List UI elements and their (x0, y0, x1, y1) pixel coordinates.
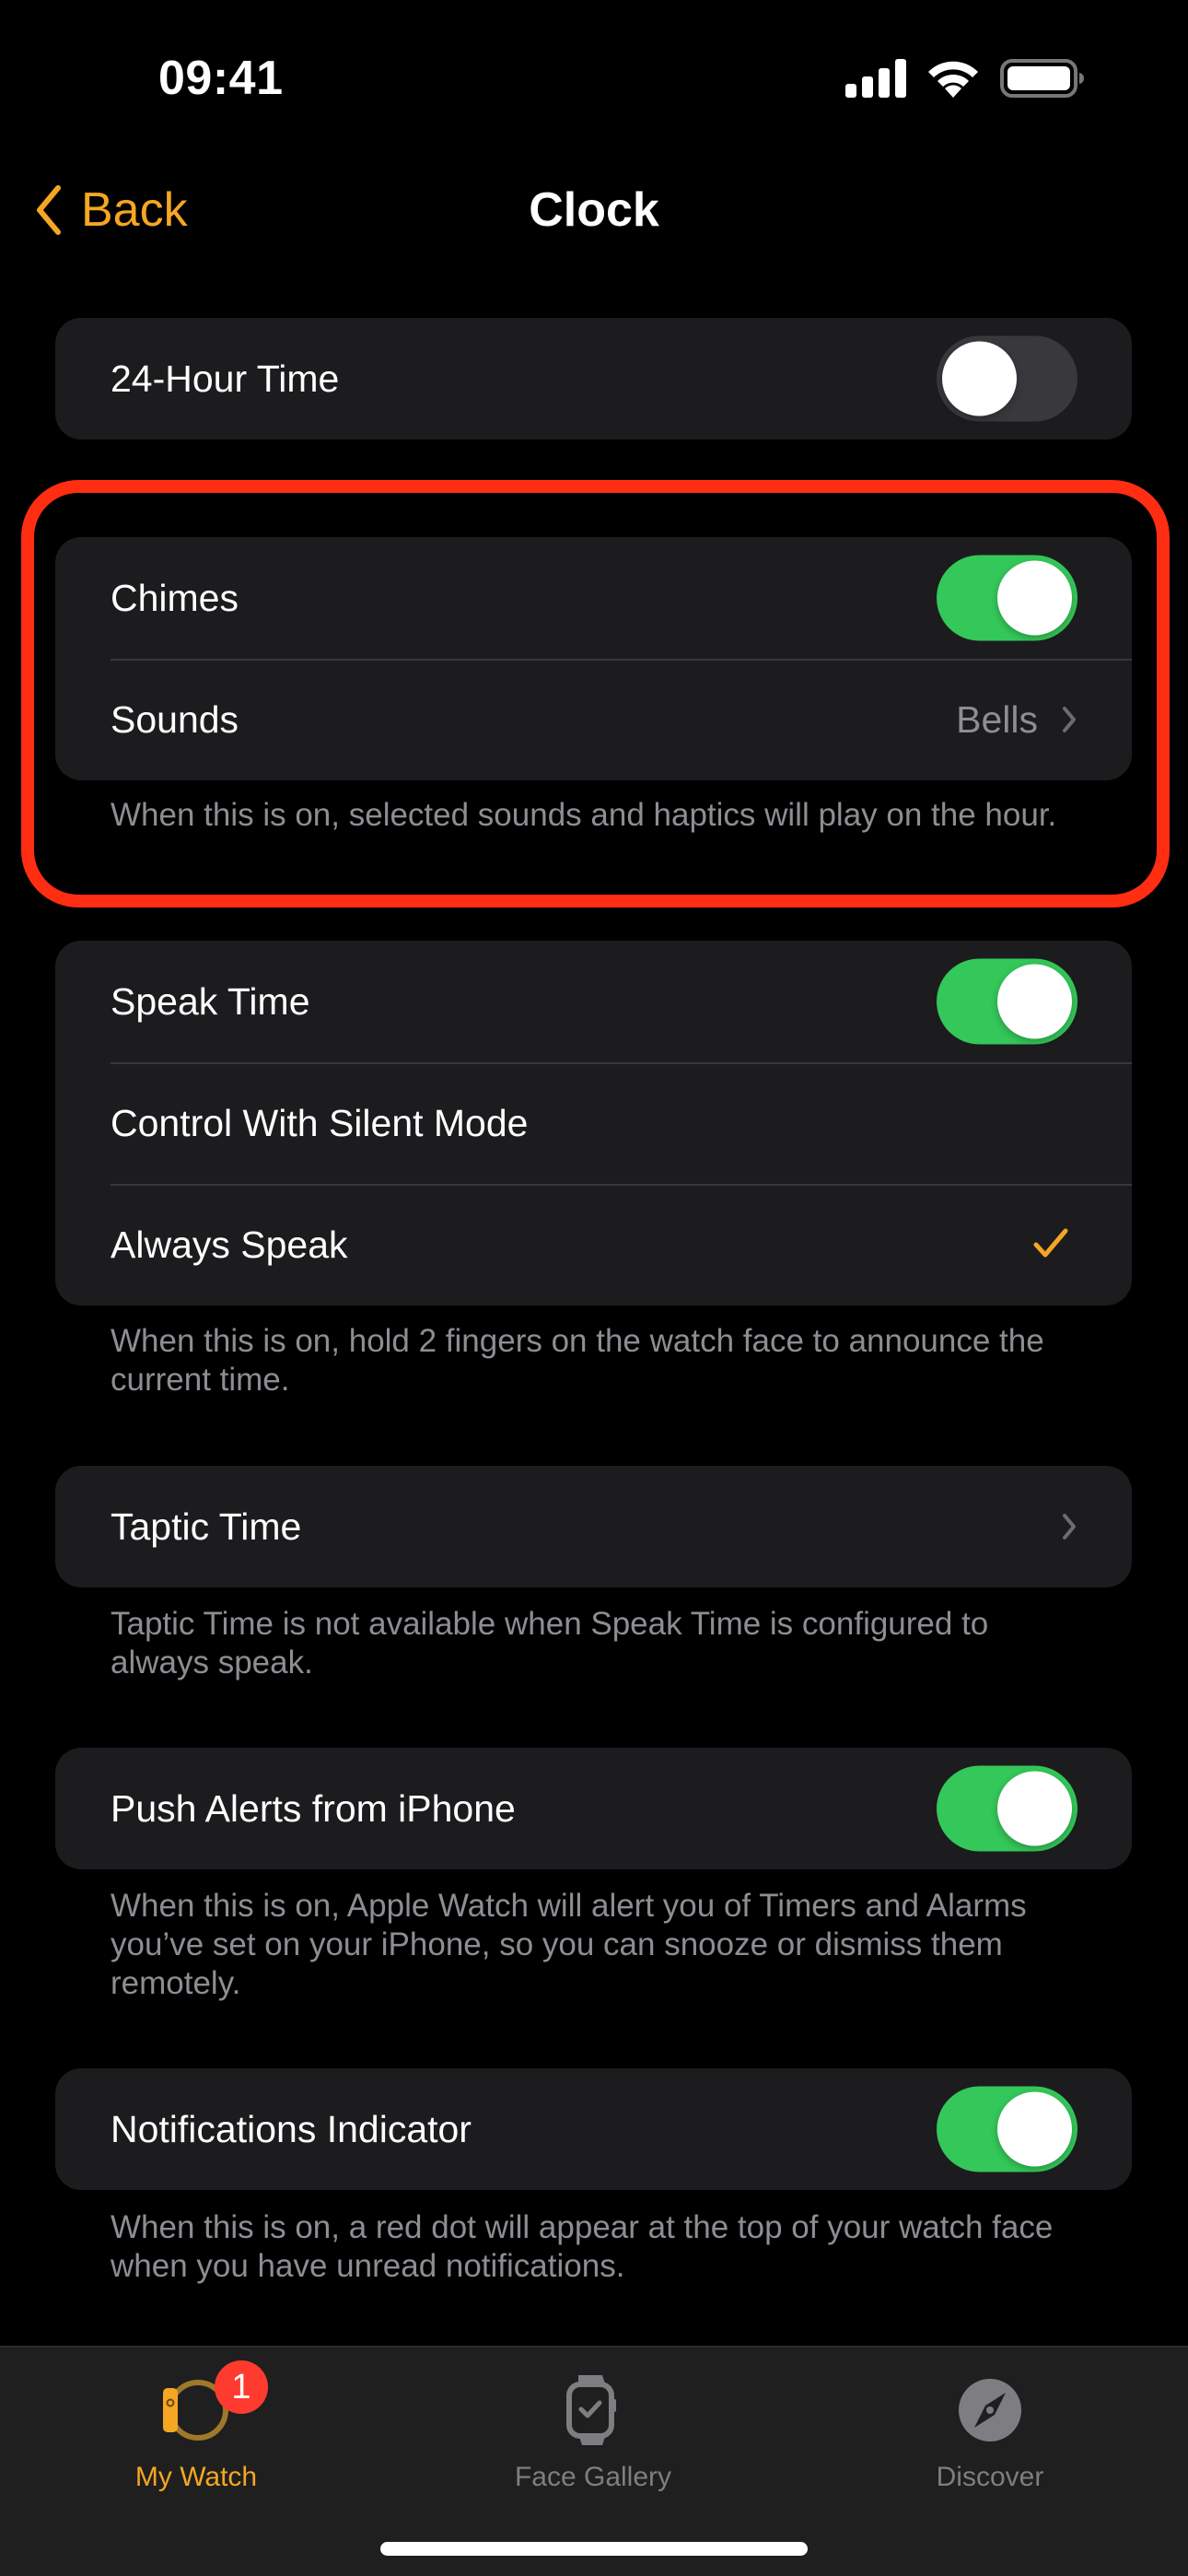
chevron-right-icon (1062, 706, 1077, 733)
row-push-alerts: Push Alerts from iPhone (55, 1748, 1132, 1869)
row-label: Chimes (111, 576, 239, 619)
option-always-speak[interactable]: Always Speak (55, 1184, 1132, 1306)
row-label: Taptic Time (111, 1505, 302, 1548)
page-title: Clock (529, 183, 659, 237)
compass-icon (958, 2366, 1022, 2454)
row-label: Sounds (111, 697, 239, 741)
tab-label: Discover (936, 2462, 1044, 2492)
row-notifications-indicator: Notifications Indicator (55, 2068, 1132, 2190)
tab-discover[interactable]: Discover (852, 2348, 1128, 2504)
toggle-chimes[interactable] (937, 555, 1077, 641)
status-time: 09:41 (158, 52, 284, 105)
battery-icon (1000, 59, 1085, 102)
checkmark-icon (1032, 1226, 1069, 1264)
row-label: Notifications Indicator (111, 2107, 472, 2150)
row-label: Control With Silent Mode (111, 1101, 529, 1144)
card-notifications-indicator: Notifications Indicator (55, 2068, 1132, 2190)
speak-time-footer: When this is on, hold 2 fingers on the w… (111, 1323, 1044, 1398)
wifi-icon (926, 59, 980, 102)
status-icons (845, 59, 1085, 102)
toggle-push-alerts[interactable] (937, 1765, 1077, 1852)
card-24-hour-time: 24-Hour Time (55, 318, 1132, 439)
row-label: Push Alerts from iPhone (111, 1786, 516, 1830)
home-indicator[interactable] (380, 2542, 808, 2556)
toggle-speak-time[interactable] (937, 958, 1077, 1045)
notification-badge: 1 (215, 2360, 268, 2414)
cellular-signal-icon (845, 59, 906, 102)
toggle-knob (997, 2091, 1072, 2167)
taptic-time-footer: Taptic Time is not available when Speak … (111, 1606, 989, 1680)
row-label: Speak Time (111, 979, 310, 1023)
row-speak-time: Speak Time (55, 941, 1132, 1062)
tab-label: My Watch (134, 2462, 258, 2492)
chevron-right-icon (1062, 1513, 1077, 1540)
tab-bar: 1 My Watch Face Gallery Discover (0, 2346, 1188, 2576)
card-speak-time: Speak Time Control With Silent Mode Alwa… (55, 941, 1132, 1306)
card-chimes: Chimes Sounds Bells (55, 537, 1132, 780)
toggle-knob (942, 341, 1017, 416)
tab-my-watch[interactable]: 1 My Watch (58, 2348, 334, 2504)
toggle-24-hour-time[interactable] (937, 335, 1077, 422)
toggle-knob (997, 1771, 1072, 1846)
row-label: Always Speak (111, 1223, 348, 1266)
card-taptic-time: Taptic Time (55, 1466, 1132, 1587)
row-taptic-time[interactable]: Taptic Time (55, 1466, 1132, 1587)
tab-label: Face Gallery (514, 2462, 672, 2492)
toggle-knob (997, 560, 1072, 636)
notifications-indicator-footer: When this is on, a red dot will appear a… (111, 2209, 1054, 2284)
tab-face-gallery[interactable]: Face Gallery (455, 2348, 731, 2504)
row-chimes: Chimes (55, 537, 1132, 659)
navigation-bar: Back Clock (0, 175, 1188, 245)
my-watch-icon: 1 (159, 2360, 268, 2454)
row-24-hour-time: 24-Hour Time (55, 318, 1132, 439)
row-label: 24-Hour Time (111, 357, 340, 400)
push-alerts-footer: When this is on, Apple Watch will alert … (111, 1888, 1027, 2001)
card-push-alerts: Push Alerts from iPhone (55, 1748, 1132, 1869)
chimes-footer: When this is on, selected sounds and hap… (111, 797, 1057, 833)
option-control-with-silent-mode[interactable]: Control With Silent Mode (55, 1062, 1132, 1184)
row-sounds[interactable]: Sounds Bells (55, 659, 1132, 780)
toggle-notifications-indicator[interactable] (937, 2086, 1077, 2172)
sounds-value: Bells (956, 697, 1038, 741)
face-gallery-icon (565, 2366, 621, 2454)
toggle-knob (997, 964, 1072, 1039)
